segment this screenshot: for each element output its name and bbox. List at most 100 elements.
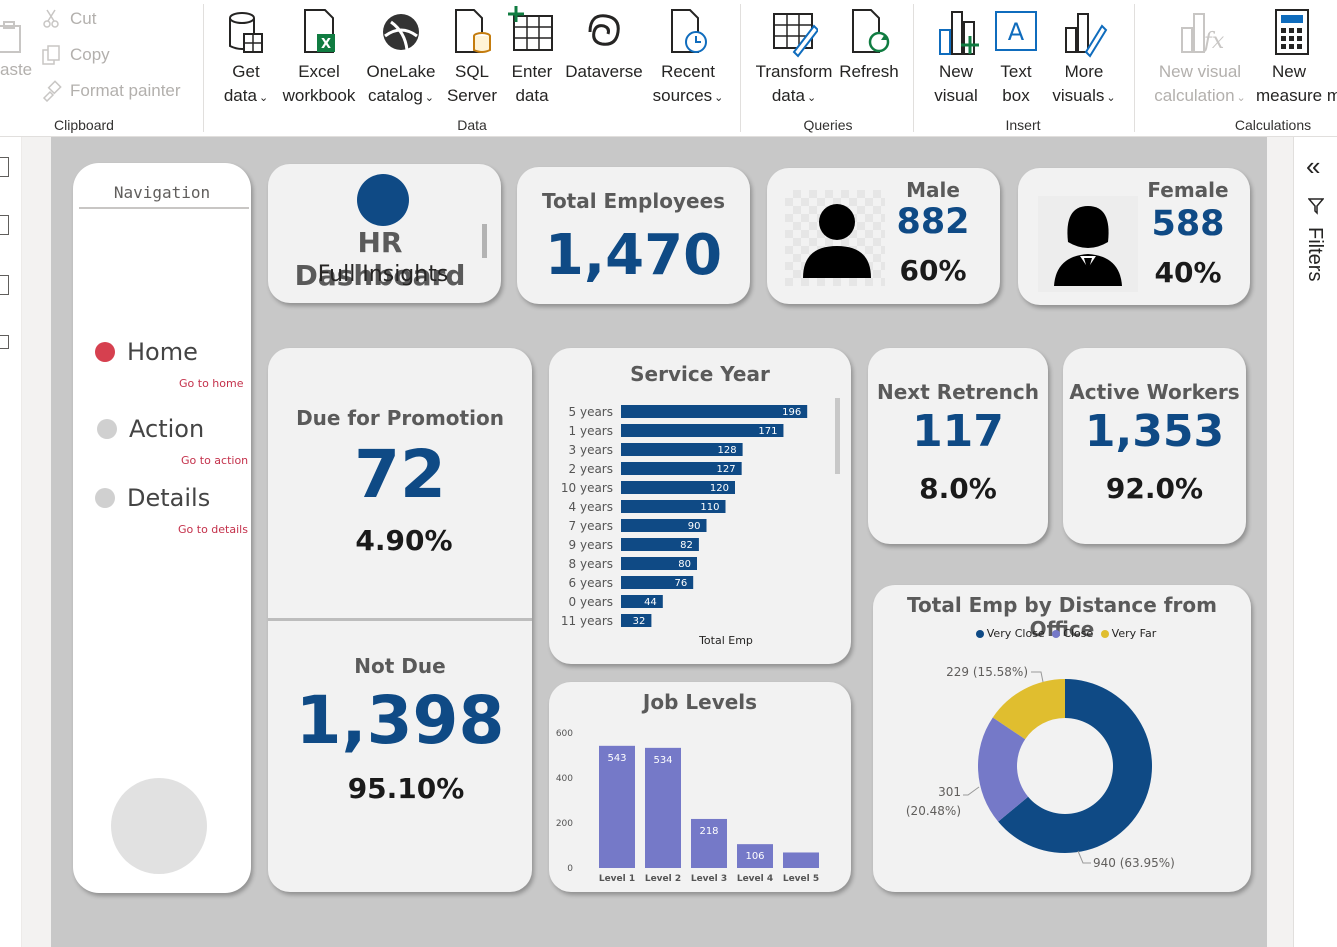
paste-icon <box>0 21 21 53</box>
model-view-icon[interactable] <box>0 275 9 295</box>
data-label: 110 <box>700 502 719 513</box>
transform-label-2: data ⌄ <box>771 86 817 105</box>
card-title: Next Retrench <box>876 380 1039 404</box>
data-label: 229 (15.58%) <box>946 665 1028 679</box>
category-label: Level 1 <box>599 874 635 884</box>
new-visual-button[interactable]: New visual <box>928 6 984 108</box>
nav-item-label: Home <box>127 338 198 366</box>
scrollbar[interactable] <box>482 224 487 258</box>
nav-link-home[interactable]: Go to home <box>179 377 243 390</box>
card-title: Not Due <box>354 654 446 678</box>
onelake-catalog-button[interactable]: OneLake catalog ⌄ <box>364 6 438 110</box>
enter-data-label-2: data <box>515 86 549 105</box>
transform-label-1: Transform <box>755 62 833 81</box>
promotion-value: 72 <box>354 436 446 513</box>
category-label: 0 years <box>569 595 613 609</box>
job-levels-chart[interactable]: Job Levels 0 200 400 600 543 Level 1 534 Level … <box>549 682 851 892</box>
table-view-icon[interactable] <box>0 215 9 235</box>
category-label: Level 4 <box>737 874 773 884</box>
card-title: Total Employees <box>541 189 726 213</box>
more-visuals-label-2: visuals ⌄ <box>1052 86 1116 105</box>
filters-pane[interactable]: « Filters <box>1293 137 1337 947</box>
ribbon-divider <box>740 4 741 132</box>
category-label: Level 2 <box>645 874 681 884</box>
paintbrush-icon <box>42 80 62 102</box>
female-card: Female 588 40% <box>1018 168 1250 305</box>
svg-text:X: X <box>321 37 331 52</box>
queries-group-label: Queries <box>803 117 853 133</box>
table-plus-icon <box>508 6 553 51</box>
collapse-filters-icon[interactable]: « <box>1306 151 1320 182</box>
scrollbar[interactable] <box>835 398 840 474</box>
data-label: 301 <box>938 785 961 799</box>
card-title: Active Workers <box>1069 380 1240 404</box>
female-percent: 40% <box>1154 256 1222 289</box>
dax-query-view-icon[interactable] <box>0 335 9 349</box>
male-value: 882 <box>896 202 970 242</box>
enter-data-label-1: Enter <box>511 62 553 81</box>
funnel-icon <box>1308 198 1324 215</box>
copy-button[interactable]: Copy <box>40 44 110 66</box>
category-label: 1 years <box>569 424 613 438</box>
dataverse-button[interactable]: Dataverse <box>562 6 646 84</box>
format-painter-label: Format painter <box>70 81 181 100</box>
promotion-percent: 4.90% <box>355 524 453 557</box>
female-value: 588 <box>1151 204 1225 244</box>
new-measure-button[interactable]: New measure m <box>1256 6 1337 108</box>
new-visual-label-1: New <box>938 62 973 81</box>
excel-workbook-button[interactable]: X Excel workbook <box>278 6 360 108</box>
total-employees-value: 1,470 <box>544 223 723 288</box>
bar <box>599 745 635 868</box>
transform-data-button[interactable]: Transform data ⌄ <box>754 6 834 110</box>
nav-item-action[interactable]: Action <box>97 415 204 443</box>
text-box-label-2: box <box>1002 86 1030 105</box>
data-label: (20.48%) <box>906 804 961 818</box>
service-year-chart[interactable]: Service Year 5 years 196 1 years 171 3 years… <box>549 348 851 664</box>
view-switcher-rail <box>0 137 22 947</box>
new-measure-label-1: New <box>1272 62 1307 81</box>
card-title: Male <box>906 178 960 202</box>
retrench-value: 117 <box>912 406 1004 457</box>
paste-button[interactable]: aste <box>0 20 34 90</box>
not-due-value: 1,398 <box>295 682 505 759</box>
copy-label: Copy <box>70 45 110 64</box>
format-painter-button[interactable]: Format painter <box>40 80 181 102</box>
svg-text:A: A <box>1008 18 1025 46</box>
scissors-icon <box>43 9 59 28</box>
recent-sources-button[interactable]: Recent sources ⌄ <box>652 6 724 110</box>
text-box-label-1: Text <box>1000 62 1032 81</box>
cut-button[interactable]: Cut <box>40 8 96 30</box>
sql-label-1: SQL <box>454 62 490 81</box>
report-view-icon[interactable] <box>0 157 9 177</box>
refresh-button[interactable]: Refresh <box>838 6 900 84</box>
text-box-button[interactable]: A Text box <box>990 6 1042 108</box>
enter-data-button[interactable]: Enter data <box>506 6 558 108</box>
y-tick-label: 0 <box>567 864 573 874</box>
nav-link-action[interactable]: Go to action <box>181 454 248 467</box>
nav-link-details[interactable]: Go to details <box>178 523 248 536</box>
copy-icon <box>42 45 60 65</box>
data-label: 196 <box>782 407 801 418</box>
more-visuals-button[interactable]: More visuals ⌄ <box>1048 6 1120 110</box>
data-label: 218 <box>699 826 718 837</box>
data-label: 44 <box>644 597 657 608</box>
nav-item-home[interactable]: Home <box>95 338 198 366</box>
nav-item-details[interactable]: Details <box>95 484 210 512</box>
cut-label: Cut <box>70 9 97 28</box>
data-group-label: Data <box>457 117 487 133</box>
data-label: 128 <box>718 445 737 456</box>
navigation-divider <box>79 207 249 209</box>
data-label: 32 <box>633 616 646 627</box>
new-visual-calculation-button[interactable]: fx New visual calculation ⌄ <box>1144 6 1256 110</box>
sql-server-button[interactable]: SQL Server <box>446 6 498 108</box>
bar <box>645 747 681 868</box>
inactive-dot-icon <box>97 419 117 439</box>
category-label: 7 years <box>569 519 613 533</box>
data-label: 120 <box>710 483 729 494</box>
y-tick-label: 200 <box>556 819 573 829</box>
get-data-button[interactable]: Get data ⌄ <box>218 6 274 110</box>
distance-donut-chart[interactable]: Total Emp by Distance from Office Very C… <box>873 585 1251 892</box>
category-label: 6 years <box>569 576 613 590</box>
navigation-title: Navigation <box>113 183 211 202</box>
active-workers-card: Active Workers 1,353 92.0% <box>1063 348 1246 544</box>
